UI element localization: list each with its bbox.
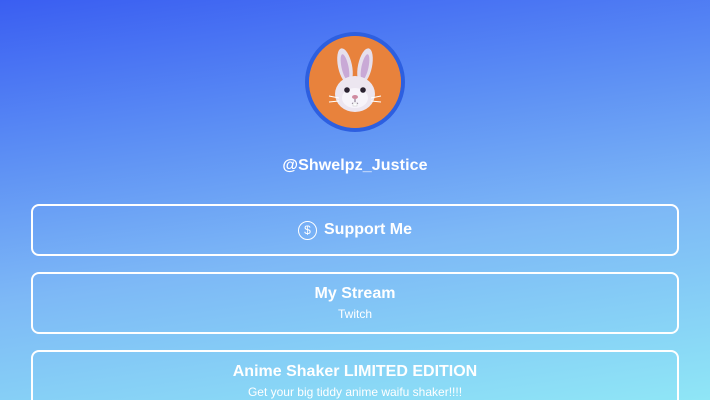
my-stream-button[interactable]: My Stream Twitch (31, 272, 679, 334)
profile-handle: @Shwelpz_Justice (282, 157, 428, 174)
support-me-label: Support Me (324, 221, 412, 238)
support-me-button[interactable]: $ Support Me (31, 204, 679, 256)
dollar-circle-icon: $ (298, 220, 317, 240)
my-stream-subtitle: Twitch (337, 307, 372, 321)
my-stream-label: My Stream (314, 285, 396, 302)
anime-shaker-button[interactable]: Anime Shaker LIMITED EDITION Get your bi… (31, 350, 679, 400)
anime-shaker-label: Anime Shaker LIMITED EDITION (232, 363, 478, 380)
anime-shaker-subtitle: Get your big tiddy anime waifu shaker!!!… (247, 385, 463, 399)
avatar[interactable] (305, 32, 405, 132)
bunny-face-icon (309, 36, 401, 128)
